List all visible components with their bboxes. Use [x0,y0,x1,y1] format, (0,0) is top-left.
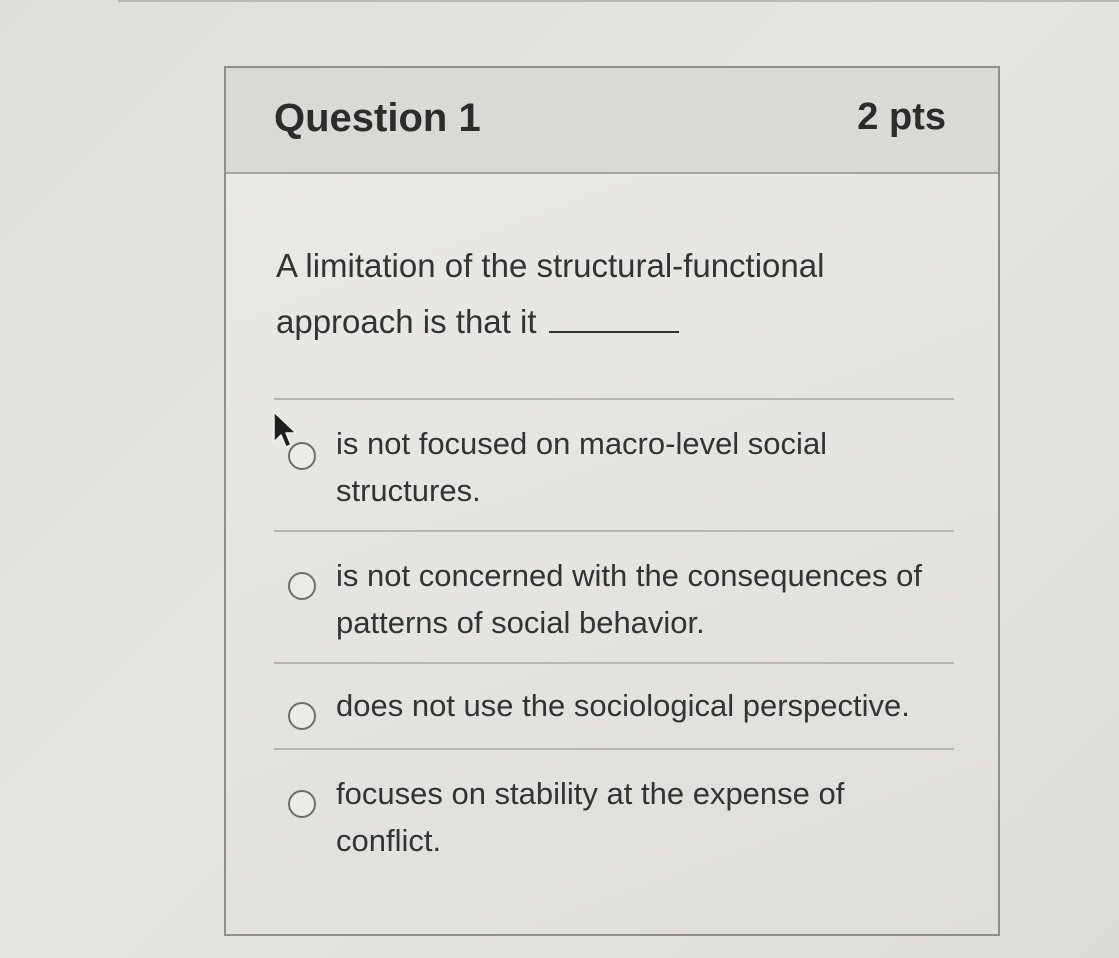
answer-label[interactable]: is not concerned with the consequences o… [336,552,926,646]
radio-button-icon[interactable] [288,572,316,600]
question-header: Question 1 2 pts [226,68,998,174]
question-title: Question 1 [274,96,481,140]
page-top-divider [118,0,1119,2]
answer-option-4[interactable]: focuses on stability at the expense of c… [274,748,954,868]
answer-list: is not focused on macro-level social str… [274,398,954,868]
answer-label[interactable]: does not use the sociological perspectiv… [336,682,926,729]
mouse-pointer-icon [273,411,297,448]
question-card: Question 1 2 pts A limitation of the str… [224,66,1000,936]
fill-in-blank [548,301,679,333]
radio-button-icon[interactable] [288,790,316,818]
question-text-block: A limitation of the structural-functiona… [276,238,916,350]
answer-label[interactable]: focuses on stability at the expense of c… [336,770,926,864]
answer-label[interactable]: is not focused on macro-level social str… [336,420,926,514]
answer-option-1[interactable]: is not focused on macro-level social str… [274,398,954,530]
question-points: 2 pts [857,96,946,138]
radio-button-icon[interactable] [288,702,316,730]
answer-option-2[interactable]: is not concerned with the consequences o… [274,530,954,662]
answer-option-3[interactable]: does not use the sociological perspectiv… [274,662,954,748]
